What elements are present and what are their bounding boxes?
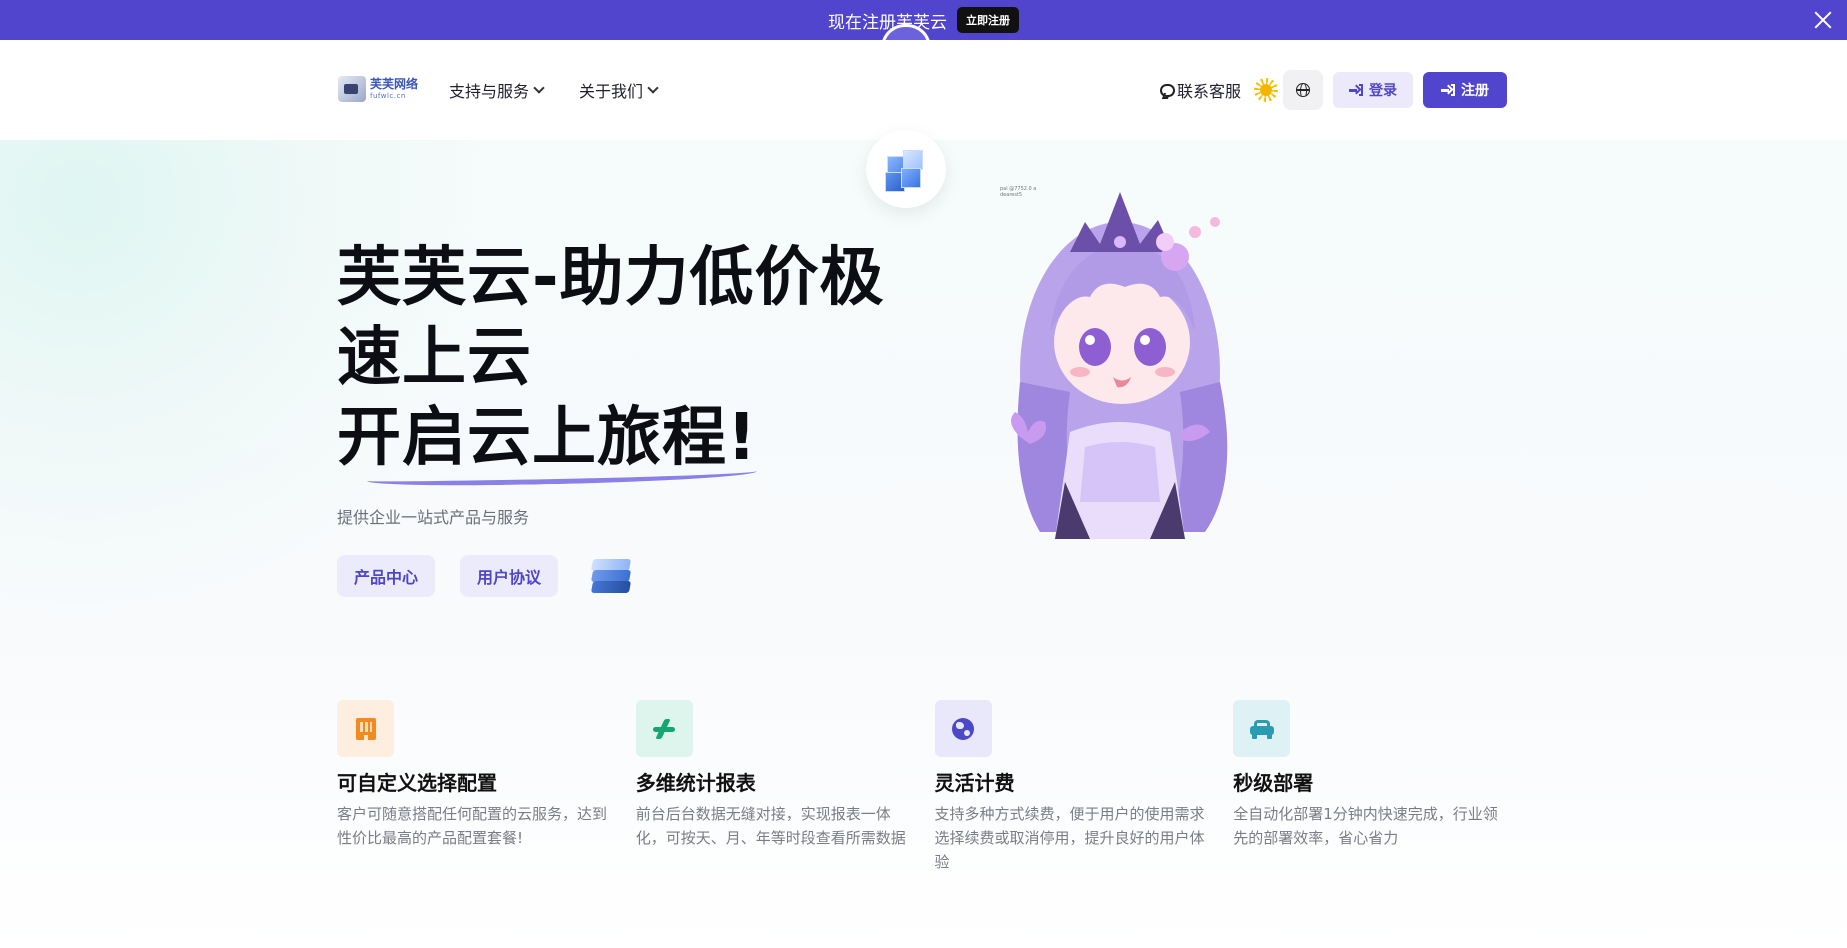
feature-title: 灵活计费 (934, 771, 1015, 795)
promo-register-button[interactable]: 立即注册 (957, 7, 1019, 33)
login-label: 登录 (1369, 83, 1397, 99)
product-center-button[interactable]: 产品中心 (337, 555, 436, 597)
register-button[interactable]: 注册 (1423, 72, 1507, 108)
feature-description: 前台后台数据无缝对接，实现报表一体化，可按天、月、年等时段查看所需数据 (635, 805, 906, 847)
sign-in-icon (1349, 84, 1363, 96)
features-section: 可自定义选择配置 客户可随意搭配任何配置的云服务，达到性价比最高的产品配置套餐!… (337, 700, 1510, 874)
close-icon[interactable] (1811, 8, 1835, 32)
theme-toggle-sun-icon[interactable] (1253, 77, 1279, 103)
site-logo[interactable]: 芙芙网络 fufwlc.cn (338, 74, 418, 104)
logo-subtitle: fufwlc.cn (370, 92, 406, 100)
feature-icon-box (934, 700, 992, 757)
globe-icon (952, 717, 974, 740)
sign-in-icon (1441, 84, 1455, 96)
globe-icon (1296, 83, 1310, 97)
feature-card: 多维统计报表 前台后台数据无缝对接，实现报表一体化，可按天、月、年等时段查看所需… (635, 700, 913, 874)
language-button[interactable] (1283, 70, 1323, 110)
hero-actions: 产品中心 用户协议 (337, 555, 636, 597)
chevron-down-icon (647, 82, 659, 94)
register-label: 注册 (1461, 83, 1489, 99)
feature-description: 客户可随意搭配任何配置的云服务，达到性价比最高的产品配置套餐! (337, 805, 608, 847)
nav-support-services[interactable]: 支持与服务 (449, 78, 545, 102)
floating-cube-badge (866, 130, 946, 208)
promo-text: 现在注册芙芙云 (828, 12, 947, 33)
logo-image-icon (338, 76, 366, 102)
site-header: 芙芙网络 fufwlc.cn 支持与服务 关于我们 联系客服 登录 注册 (0, 40, 1847, 140)
chevron-down-icon (533, 82, 545, 94)
building-icon (355, 717, 376, 740)
nav-label: 关于我们 (579, 82, 644, 101)
hero-title: 芙芙云-助力低价极 速上云 开启云上旅程! (337, 238, 897, 488)
feature-description: 支持多种方式续费，便于用户的使用需求选择续费或取消停用，提升良好的用户体验 (934, 805, 1205, 871)
feature-card: 灵活计费 支持多种方式续费，便于用户的使用需求选择续费或取消停用，提升良好的用户… (934, 700, 1212, 874)
user-agreement-button[interactable]: 用户协议 (460, 555, 559, 597)
contact-support-link[interactable]: 联系客服 (1159, 78, 1241, 102)
feature-title: 可自定义选择配置 (337, 771, 497, 795)
logo-title: 芙芙网络 (370, 77, 419, 91)
feature-card: 秒级部署 全自动化部署1分钟内快速完成，行业领先的部署效率，省心省力 (1233, 700, 1510, 874)
feature-icon-box (635, 700, 693, 757)
chat-bubble-icon (1159, 83, 1175, 97)
cubes-icon (883, 146, 929, 192)
hero-title-line: 开启云上旅程! (337, 401, 758, 475)
hero-subtitle: 提供企业一站式产品与服务 (337, 508, 530, 527)
feature-icon-box (1233, 700, 1291, 757)
car-icon (1249, 719, 1274, 739)
feature-icon-box (337, 700, 394, 757)
hero-title-line: 芙芙云-助力低价极 (337, 241, 885, 315)
feature-card: 可自定义选择配置 客户可随意搭配任何配置的云服务，达到性价比最高的产品配置套餐! (337, 700, 614, 874)
mascot-illustration (1011, 192, 1228, 539)
header-tools: 联系客服 登录 注册 (1159, 70, 1507, 110)
login-button[interactable]: 登录 (1333, 72, 1413, 108)
hero-title-line: 速上云 (337, 321, 532, 395)
feature-title: 秒级部署 (1233, 771, 1314, 795)
feature-description: 全自动化部署1分钟内快速完成，行业领先的部署效率，省心省力 (1233, 805, 1498, 847)
contact-label: 联系客服 (1176, 82, 1241, 101)
feature-title: 多维统计报表 (635, 771, 756, 795)
main-nav: 支持与服务 关于我们 (449, 78, 659, 102)
nav-label: 支持与服务 (449, 82, 530, 101)
nav-about-us[interactable]: 关于我们 (579, 78, 659, 102)
plane-icon (652, 717, 676, 741)
server-stack-icon (588, 555, 636, 597)
